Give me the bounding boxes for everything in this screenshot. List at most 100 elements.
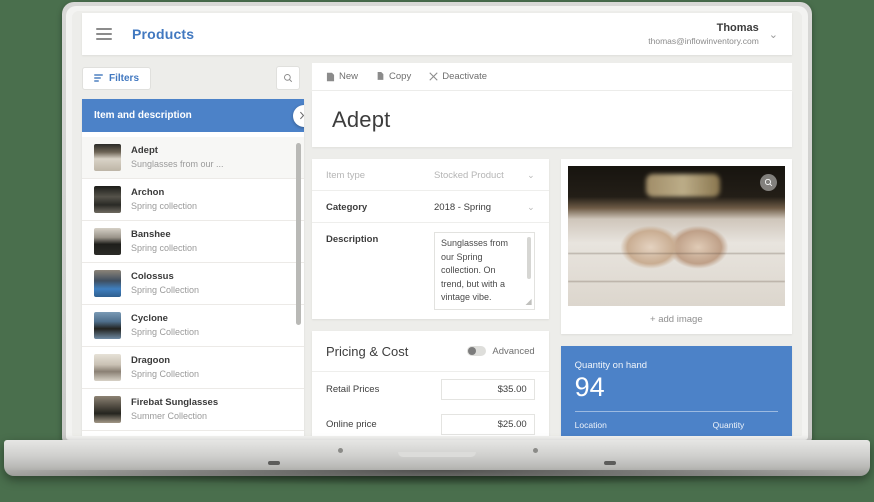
new-button-label: New [339,71,358,82]
category-label: Category [326,200,434,213]
laptop-base-notch [398,452,476,457]
user-name: Thomas [648,22,759,36]
list-item-description: Spring Collection [131,368,199,380]
list-item-name: Dragoon [131,355,199,368]
photo-background-object [646,174,720,196]
item-list-scroll-area[interactable]: AdeptSunglasses from our ...ArchonSpring… [82,137,304,436]
list-item[interactable]: ColossusSpring Collection [82,263,304,305]
copy-icon [376,72,385,82]
list-item-text: ArchonSpring collection [131,187,197,212]
item-details-card: Item type Stocked Product ⌄ Category 201… [312,159,549,319]
user-menu[interactable]: Thomas thomas@inflowinventory.com ⌄ [648,22,778,46]
item-thumbnail [94,396,121,423]
item-list-header: Item and description [82,99,304,132]
laptop-mockup: Products Thomas thomas@inflowinventory.c… [0,0,874,502]
chevron-down-icon[interactable]: ⌄ [527,200,535,213]
filters-button[interactable]: Filters [82,67,151,90]
product-image-card: + add image [561,159,792,334]
resize-grip-icon[interactable]: ◢ [526,296,532,308]
description-field[interactable]: Description Sunglasses from our Spring c… [312,223,549,319]
list-item-name: Archon [131,187,197,200]
list-item[interactable]: BansheeSpring collection [82,221,304,263]
zoom-image-button[interactable] [760,174,777,191]
list-item-text: ColossusSpring Collection [131,271,199,296]
list-item-description: Spring collection [131,242,197,254]
list-item[interactable]: CycloneSpring Collection [82,305,304,347]
hamburger-menu-icon[interactable] [96,28,112,40]
collapse-panel-icon [299,110,305,121]
pricing-row-input[interactable] [441,379,535,400]
list-item-name: Firebat Sunglasses [131,397,218,410]
user-email: thomas@inflowinventory.com [648,36,759,47]
chevron-down-icon[interactable]: ⌄ [527,168,535,181]
description-textarea[interactable]: Sunglasses from our Spring collection. O… [434,232,535,310]
advanced-toggle-label: Advanced [492,346,534,357]
record-toolbar: New Copy Deactivate [312,63,792,91]
main-content: New Copy Deactivate [312,63,792,436]
list-item-name: Cyclone [131,313,199,326]
list-item-name: Colossus [131,271,199,284]
list-item-description: Sunglasses from our ... [131,158,224,170]
laptop-base-screw [533,448,538,453]
category-value: 2018 - Spring [434,200,521,213]
quantity-on-hand-card: Quantity on hand 94 Location Quantity Cl… [561,346,792,436]
item-list-scrollbar[interactable] [296,143,301,325]
deactivate-button[interactable]: Deactivate [429,71,487,82]
quantity-table-header: Location Quantity [575,411,778,430]
detail-right-column: + add image Quantity on hand 94 Location… [561,159,792,436]
list-item-text: CycloneSpring Collection [131,313,199,338]
pricing-card-header: Pricing & Cost Advanced [312,331,549,372]
pricing-row: Retail Prices [312,372,549,407]
list-item[interactable]: AdeptSunglasses from our ... [82,137,304,179]
list-item-text: DragoonSpring Collection [131,355,199,380]
pricing-rows: Retail PricesOnline priceVIP price [312,372,549,437]
item-thumbnail [94,354,121,381]
item-type-label: Item type [326,168,434,181]
laptop-shadow [0,470,874,486]
list-item-text: Firebat SunglassesSummer Collection [131,397,218,422]
description-value: Sunglasses from our Spring collection. O… [441,238,508,302]
column-header-location: Location [575,420,713,430]
item-thumbnail [94,186,121,213]
list-item-description: Spring Collection [131,284,199,296]
list-item-description: Summer Collection [131,410,218,422]
item-list-panel: Item and description AdeptSunglasses fro… [82,99,304,436]
list-item[interactable]: Firebat SunglassesSummer Collection [82,389,304,431]
filter-icon [94,74,103,82]
laptop-foot [268,461,280,465]
record-title-card: Adept [312,91,792,147]
list-item[interactable]: ArchonSpring collection [82,179,304,221]
search-icon [283,73,293,83]
list-item-description: Spring collection [131,200,197,212]
page-title: Products [132,26,194,42]
category-field[interactable]: Category 2018 - Spring ⌄ [312,191,549,223]
laptop-screen: Products Thomas thomas@inflowinventory.c… [72,11,802,436]
pricing-cost-card: Pricing & Cost Advanced Retail Prices Onl… [312,331,549,437]
photo-plank-line [568,253,785,255]
laptop-foot [604,461,616,465]
search-button[interactable] [276,66,300,90]
collapse-panel-button[interactable] [293,105,304,127]
magnifier-icon [764,178,773,187]
advanced-toggle[interactable]: Advanced [467,346,534,357]
item-type-field[interactable]: Item type Stocked Product ⌄ [312,159,549,191]
list-item[interactable]: GhostSpring Collection [82,431,304,436]
add-image-button[interactable]: + add image [568,306,785,334]
item-thumbnail [94,228,121,255]
close-x-icon [429,72,438,81]
list-item-description: Spring Collection [131,326,199,338]
chevron-down-icon[interactable]: ⌄ [769,28,778,41]
list-item-name: Adept [131,145,224,158]
copy-button-label: Copy [389,71,411,82]
copy-button[interactable]: Copy [376,71,411,82]
pricing-row-input[interactable] [441,414,535,435]
pricing-row-label: Online price [326,419,441,430]
description-label: Description [326,232,434,245]
filter-toolbar: Filters [82,63,304,93]
list-item[interactable]: DragoonSpring Collection [82,347,304,389]
description-scrollbar[interactable] [527,237,531,279]
toggle-switch-icon[interactable] [467,346,486,356]
detail-grid: Item type Stocked Product ⌄ Category 201… [312,147,792,436]
quantity-total: 94 [575,371,778,411]
new-button[interactable]: New [326,71,358,82]
